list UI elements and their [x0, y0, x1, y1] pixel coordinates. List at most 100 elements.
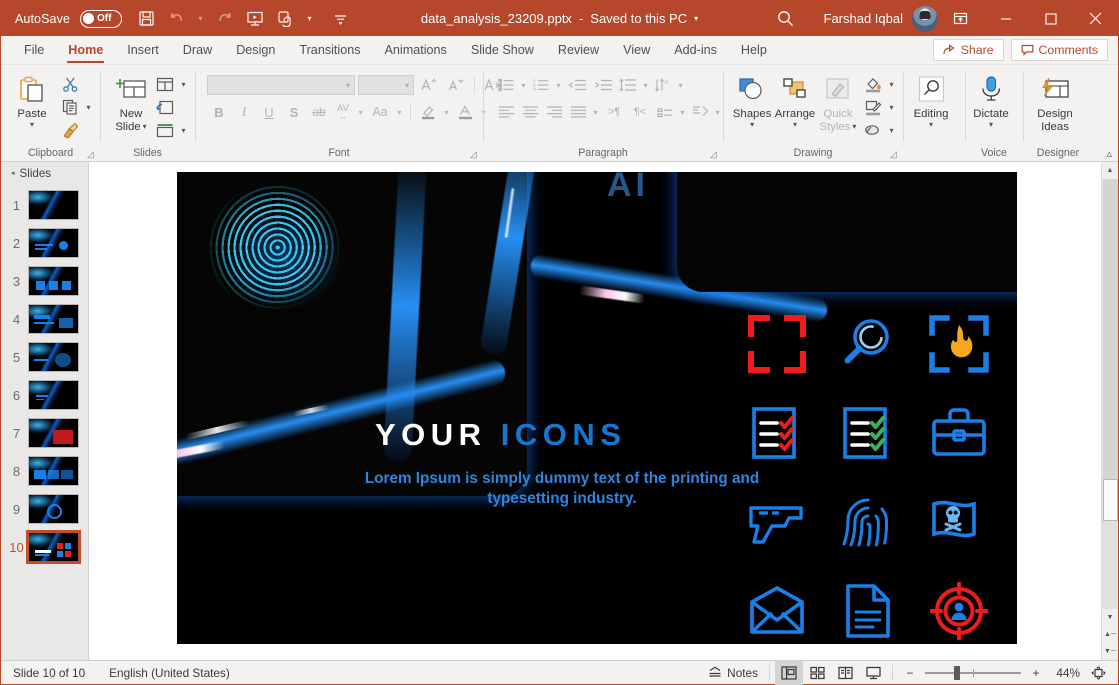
- text-shadow-button[interactable]: S: [282, 101, 306, 123]
- fingerprint-icon[interactable]: [826, 480, 909, 563]
- new-slide-chevron-down-icon[interactable]: ▾: [143, 122, 147, 131]
- bullets-chevron-down-icon[interactable]: ▾: [518, 81, 529, 90]
- shapes-button[interactable]: Shapes ▾: [732, 70, 772, 129]
- list-item[interactable]: 8: [1, 452, 88, 490]
- shape-fill-chevron-down-icon[interactable]: ▾: [886, 80, 897, 89]
- strikethrough-button[interactable]: ab: [307, 101, 331, 123]
- list-item[interactable]: 5: [1, 338, 88, 376]
- font-color-icon[interactable]: [453, 101, 477, 123]
- list-item[interactable]: 4: [1, 300, 88, 338]
- decrease-indent-icon[interactable]: [564, 74, 590, 96]
- tab-design[interactable]: Design: [224, 36, 287, 64]
- section-icon[interactable]: [153, 119, 177, 141]
- text-highlight-chevron-down-icon[interactable]: ▾: [441, 108, 452, 117]
- language-label[interactable]: English (United States): [97, 666, 242, 680]
- undo-chevron-down-icon[interactable]: ▾: [192, 5, 209, 33]
- slide-thumbnail-9[interactable]: [28, 494, 79, 524]
- text-direction-icon[interactable]: A: [651, 74, 675, 96]
- collapse-ribbon-button[interactable]: ▵: [1106, 147, 1112, 160]
- font-dialog-launcher-icon[interactable]: ◿: [469, 150, 478, 159]
- briefcase-icon[interactable]: [917, 391, 1000, 474]
- shape-outline-chevron-down-icon[interactable]: ▾: [886, 103, 897, 112]
- comments-button[interactable]: Comments: [1010, 39, 1108, 61]
- tab-draw[interactable]: Draw: [171, 36, 224, 64]
- save-state-chevron-down-icon[interactable]: ▾: [694, 14, 698, 23]
- collapse-slides-triangle-icon[interactable]: ◂: [11, 169, 15, 177]
- touch-mode-icon[interactable]: [271, 5, 299, 33]
- character-spacing-chevron-down-icon[interactable]: ▾: [355, 108, 366, 117]
- slide-canvas[interactable]: AI YOUR ICONS Lorem Ipsum is simply dumm…: [177, 172, 1017, 644]
- arrange-chevron-down-icon[interactable]: ▾: [793, 120, 797, 129]
- slide-title[interactable]: YOUR ICONS: [375, 417, 626, 453]
- design-ideas-button[interactable]: Design Ideas: [1026, 70, 1084, 133]
- font-name-chevron-down-icon[interactable]: ▾: [346, 81, 350, 90]
- numbering-chevron-down-icon[interactable]: ▾: [553, 81, 564, 90]
- quick-styles-button[interactable]: Quick Styles ▾: [818, 70, 858, 133]
- reset-icon[interactable]: [153, 96, 177, 118]
- shape-effects-icon[interactable]: [861, 119, 885, 141]
- list-item[interactable]: 2: [1, 224, 88, 262]
- save-icon[interactable]: [132, 5, 160, 33]
- clipboard-dialog-launcher-icon[interactable]: ◿: [86, 150, 95, 159]
- user-icon[interactable]: [1008, 480, 1017, 563]
- align-text-chevron-down-icon[interactable]: ▾: [712, 108, 723, 117]
- undo-icon[interactable]: [162, 5, 190, 33]
- align-chevron-down-icon[interactable]: ▾: [590, 108, 601, 117]
- character-spacing-button[interactable]: AV ↔: [332, 101, 354, 123]
- gavel-icon[interactable]: [1008, 391, 1017, 474]
- slide-icon-grid[interactable]: [735, 302, 1017, 644]
- slide-thumbnail-8[interactable]: [28, 456, 79, 486]
- slide-sorter-view-button[interactable]: [803, 661, 831, 685]
- maximize-button[interactable]: [1028, 1, 1073, 36]
- slideshow-view-button[interactable]: [859, 661, 887, 685]
- text-highlight-color-icon[interactable]: [416, 101, 440, 123]
- align-left-icon[interactable]: [494, 101, 518, 123]
- fire-scan-frame-icon[interactable]: [917, 302, 1000, 385]
- list-item[interactable]: 1: [1, 186, 88, 224]
- fit-slide-to-window-icon[interactable]: [1084, 661, 1112, 685]
- zoom-track[interactable]: [925, 665, 1021, 680]
- editing-button[interactable]: Editing ▾: [904, 70, 958, 129]
- share-button[interactable]: Share: [932, 39, 1004, 61]
- slide-thumbnail-1[interactable]: [28, 190, 79, 220]
- zoom-out-button[interactable]: −: [902, 661, 918, 685]
- list-item[interactable]: 3: [1, 262, 88, 300]
- minimize-button[interactable]: [983, 1, 1028, 36]
- zoom-slider[interactable]: − +: [898, 661, 1048, 685]
- slide-thumbnail-10[interactable]: [26, 530, 81, 564]
- slide-thumbnail-3[interactable]: [28, 266, 79, 296]
- align-right-icon[interactable]: [542, 101, 566, 123]
- rtl-icon[interactable]: ¶<: [627, 101, 653, 123]
- underline-button[interactable]: U: [257, 101, 281, 123]
- section-chevron-down-icon[interactable]: ▾: [178, 126, 189, 135]
- tab-animations[interactable]: Animations: [373, 36, 459, 64]
- target-person-icon[interactable]: [917, 569, 1000, 644]
- close-button[interactable]: [1073, 1, 1118, 36]
- pirate-flag-icon[interactable]: [917, 480, 1000, 563]
- increase-indent-icon[interactable]: [590, 74, 616, 96]
- increase-font-size-icon[interactable]: [417, 74, 441, 96]
- list-item[interactable]: 10: [1, 528, 88, 566]
- tab-slide-show[interactable]: Slide Show: [459, 36, 546, 64]
- zoom-knob[interactable]: [953, 665, 960, 680]
- line-spacing-chevron-down-icon[interactable]: ▾: [640, 81, 651, 90]
- tab-view[interactable]: View: [611, 36, 662, 64]
- document-icon[interactable]: [826, 569, 909, 644]
- list-item[interactable]: 9: [1, 490, 88, 528]
- network-nodes-icon[interactable]: [1008, 569, 1017, 644]
- checklist-green-icon[interactable]: [826, 391, 909, 474]
- touch-mode-chevron-down-icon[interactable]: ▾: [301, 5, 318, 33]
- tab-transitions[interactable]: Transitions: [287, 36, 372, 64]
- notes-button[interactable]: Notes: [702, 661, 764, 685]
- envelope-icon[interactable]: [735, 569, 818, 644]
- slide-thumbnail-5[interactable]: [28, 342, 79, 372]
- italic-button[interactable]: I: [232, 101, 256, 123]
- paste-button[interactable]: Paste ▾: [8, 70, 56, 129]
- tab-add-ins[interactable]: Add-ins: [662, 36, 729, 64]
- font-name-input[interactable]: ▾: [207, 75, 355, 95]
- copy-icon[interactable]: [58, 96, 82, 118]
- quick-styles-chevron-down-icon[interactable]: ▾: [852, 122, 856, 131]
- slide-thumbnail-7[interactable]: [28, 418, 79, 448]
- scroll-down-icon[interactable]: ▼: [1102, 609, 1119, 626]
- slides-panel-header[interactable]: ◂ Slides: [1, 162, 88, 184]
